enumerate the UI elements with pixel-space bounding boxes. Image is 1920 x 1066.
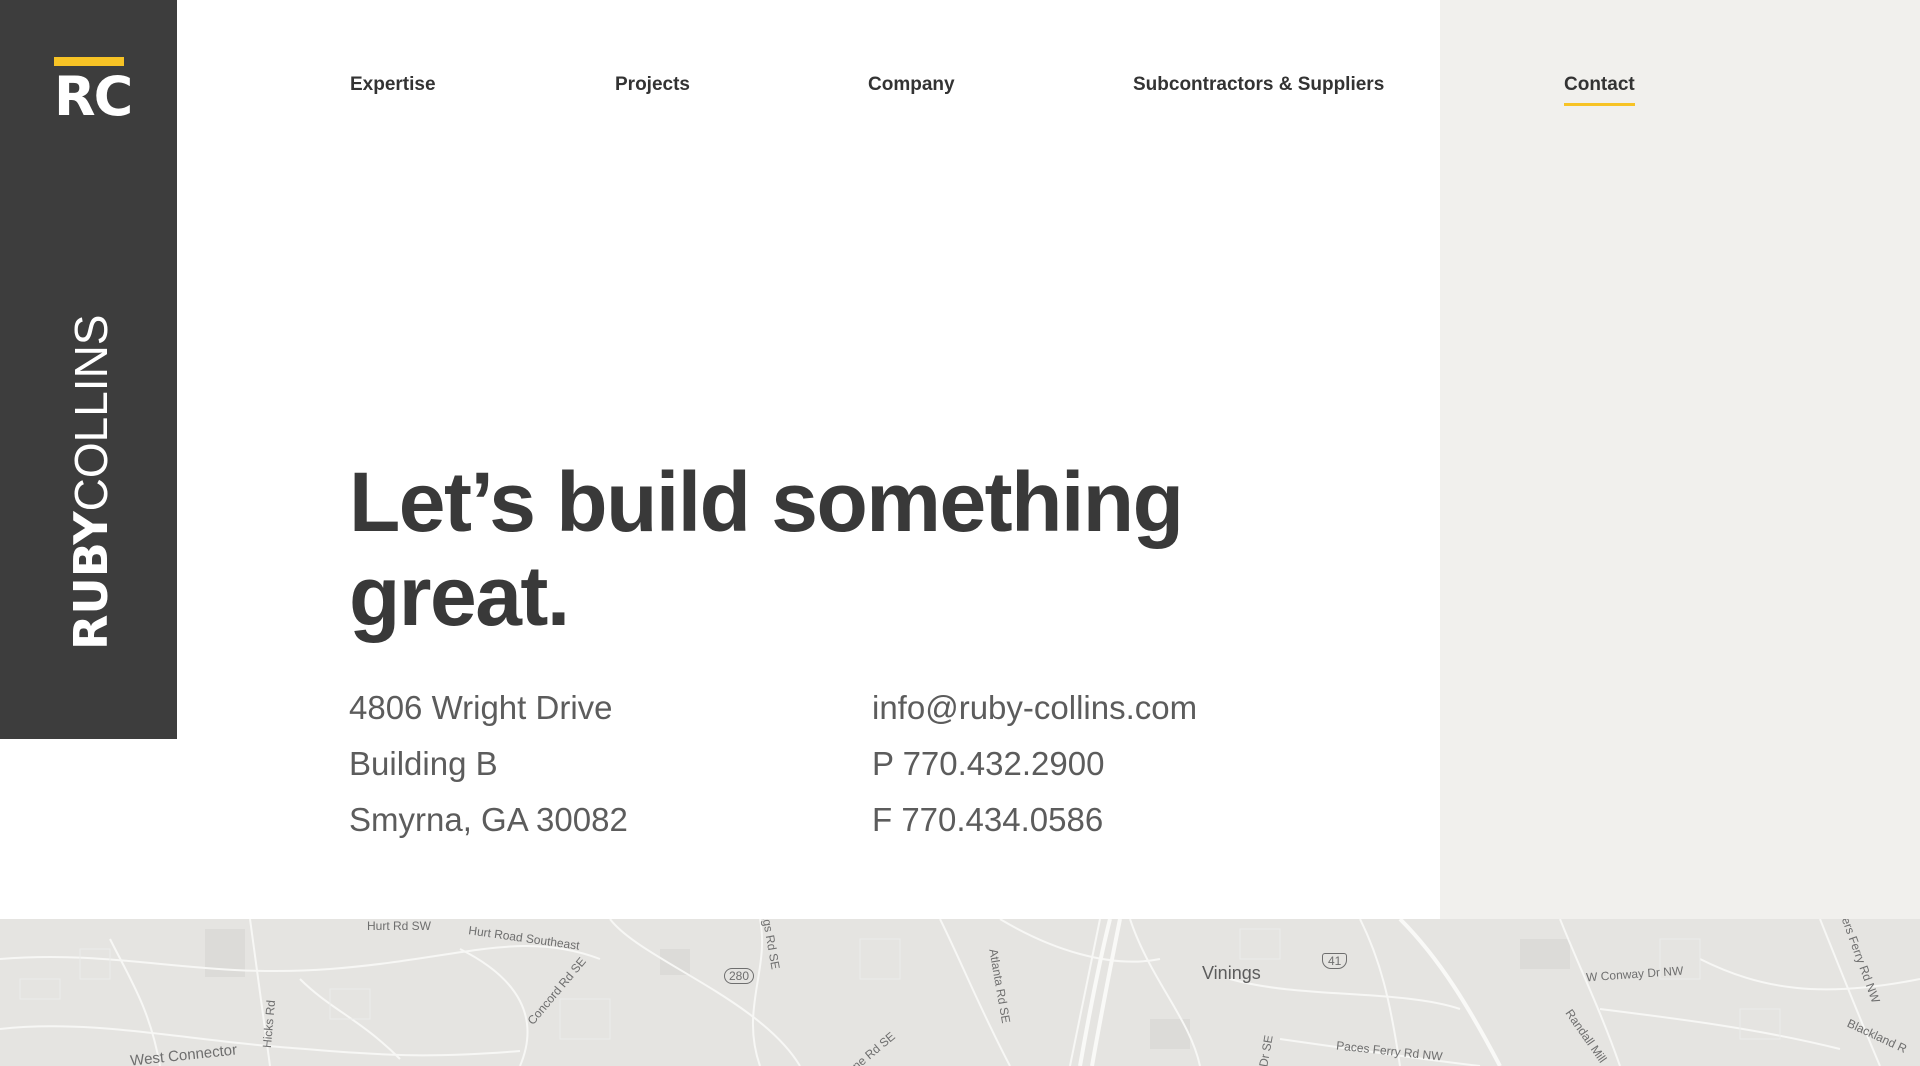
wordmark-ruby: RUBY xyxy=(64,511,118,650)
contact-block: info@ruby-collins.com P 770.432.2900 F 7… xyxy=(872,680,1197,848)
nav-subcontractors-suppliers[interactable]: Subcontractors & Suppliers xyxy=(1133,74,1384,96)
route-280-shield: 280 xyxy=(724,968,755,984)
main-nav: Expertise Projects Company Subcontractor… xyxy=(0,74,1920,114)
email-link[interactable]: info@ruby-collins.com xyxy=(872,689,1197,726)
map-label-hurt-rd-sw: Hurt Rd SW xyxy=(367,919,432,933)
location-map[interactable]: Hurt Rd SW Hurt Road Southeast Concord R… xyxy=(0,919,1920,1066)
nav-contact[interactable]: Contact xyxy=(1564,74,1635,106)
address-line-3: Smyrna, GA 30082 xyxy=(349,801,628,838)
phone-link[interactable]: P 770.432.2900 xyxy=(872,745,1104,782)
address-line-2: Building B xyxy=(349,745,498,782)
nav-company[interactable]: Company xyxy=(868,74,955,96)
ruby-collins-wordmark: RUBYCOLLINS xyxy=(64,314,118,651)
headline-line-1: Let’s build something xyxy=(349,455,1184,549)
fax-number: F 770.434.0586 xyxy=(872,801,1104,838)
nav-expertise[interactable]: Expertise xyxy=(350,74,436,96)
right-panel-background xyxy=(1440,0,1920,919)
wordmark-collins: COLLINS xyxy=(65,314,117,512)
address-line-1: 4806 Wright Drive xyxy=(349,689,613,726)
address-block: 4806 Wright Drive Building B Smyrna, GA … xyxy=(349,680,628,848)
map-label-vinings: Vinings xyxy=(1202,963,1261,983)
route-41-shield: 41 xyxy=(1322,953,1348,969)
page-headline: Let’s build something great. xyxy=(349,455,1249,643)
nav-projects[interactable]: Projects xyxy=(615,74,690,96)
map-roads xyxy=(0,919,1920,1066)
headline-line-2: great. xyxy=(349,549,570,643)
